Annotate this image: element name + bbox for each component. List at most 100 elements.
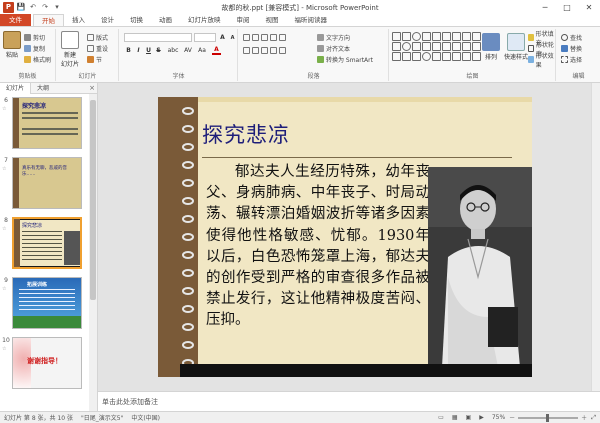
shape-icon[interactable]	[452, 52, 461, 61]
minimize-button[interactable]: ─	[534, 0, 556, 14]
zoom-slider-knob[interactable]	[546, 413, 550, 422]
maximize-button[interactable]: □	[556, 0, 578, 14]
slide-title[interactable]: 探究悲凉	[202, 119, 290, 149]
grow-font-icon[interactable]: A	[218, 33, 227, 42]
quick-styles-button[interactable]: 快速样式	[504, 33, 528, 61]
select-button[interactable]: 选择	[561, 55, 582, 64]
paste-button[interactable]: 粘贴	[3, 31, 21, 59]
tab-file[interactable]: 文件	[0, 14, 31, 26]
slide-thumbnail[interactable]: 拓展训练	[12, 277, 82, 329]
tab-slides-pane[interactable]: 幻灯片	[0, 82, 32, 94]
shape-icon[interactable]	[442, 32, 451, 41]
zoom-level[interactable]: 75%	[488, 414, 509, 421]
shape-icon[interactable]	[442, 52, 451, 61]
font-size-combo[interactable]	[194, 33, 216, 42]
shape-effects-button[interactable]: 形状效果	[528, 53, 555, 69]
slide-thumbnail[interactable]: 谢谢指导！	[12, 337, 82, 389]
shrink-font-icon[interactable]: A	[228, 33, 237, 42]
tab-design[interactable]: 设计	[93, 14, 122, 26]
tab-slideshow[interactable]: 幻灯片放映	[180, 14, 229, 26]
close-button[interactable]: ✕	[578, 0, 600, 14]
tab-home[interactable]: 开始	[33, 14, 64, 26]
shape-icon[interactable]	[432, 32, 441, 41]
shape-icon[interactable]	[452, 42, 461, 51]
shape-icon[interactable]	[392, 52, 401, 61]
align-center-icon[interactable]	[252, 47, 259, 54]
fit-to-window-icon[interactable]: ⤢	[587, 414, 600, 422]
line-spacing-icon[interactable]	[279, 34, 286, 41]
shape-icon[interactable]	[402, 42, 411, 51]
increase-indent-icon[interactable]	[270, 34, 277, 41]
thumbnail-row[interactable]: 9 ☆ 拓展训练	[0, 277, 98, 331]
shape-icon[interactable]	[392, 42, 401, 51]
shape-icon[interactable]	[472, 32, 481, 41]
slide-thumbnail[interactable]: 真乐有无聊，悲戚的音乐……	[12, 157, 82, 209]
smartart-button[interactable]: 转换为 SmartArt	[317, 55, 373, 64]
current-slide[interactable]: 探究悲凉 郁达夫人生经历特殊，幼年丧父、身病肺病、中年丧子、时局动荡、辗转漂泊婚…	[158, 97, 532, 377]
align-text-button[interactable]: 对齐文本	[317, 44, 350, 53]
thumbnail-scrollbar[interactable]	[89, 94, 97, 411]
shape-icon[interactable]	[402, 52, 411, 61]
text-direction-button[interactable]: 文字方向	[317, 33, 350, 42]
zoom-slider[interactable]	[518, 413, 579, 422]
normal-view-icon[interactable]: ▭	[434, 414, 448, 421]
slide-body-text[interactable]: 郁达夫人生经历特殊，幼年丧父、身病肺病、中年丧子、时局动荡、辗转漂泊婚姻波折等诸…	[206, 162, 430, 332]
undo-icon[interactable]: ↶	[28, 2, 38, 12]
justify-icon[interactable]	[270, 47, 277, 54]
font-color-button[interactable]: A	[212, 46, 221, 55]
author-portrait-photo[interactable]	[428, 167, 532, 367]
font-name-combo[interactable]	[124, 33, 192, 42]
bullets-icon[interactable]	[243, 34, 250, 41]
replace-button[interactable]: 替换	[561, 44, 582, 53]
numbering-icon[interactable]	[252, 34, 259, 41]
italic-button[interactable]: I	[134, 46, 143, 55]
canvas-vertical-scrollbar[interactable]	[591, 83, 600, 391]
shape-icon[interactable]	[422, 52, 431, 61]
align-left-icon[interactable]	[243, 47, 250, 54]
thumbnail-row[interactable]: 8 ☆ 探究悲凉	[0, 217, 98, 271]
shape-icon[interactable]	[422, 42, 431, 51]
shape-icon[interactable]	[412, 52, 421, 61]
new-slide-button[interactable]: 新建 幻灯片	[61, 31, 79, 68]
change-case-button[interactable]: Aa	[196, 46, 208, 55]
tab-insert[interactable]: 插入	[64, 14, 93, 26]
columns-icon[interactable]	[279, 47, 286, 54]
shape-icon[interactable]	[462, 42, 471, 51]
thumbnail-row[interactable]: 6 ☆ 探究悲凉	[0, 97, 98, 151]
shape-icon[interactable]	[432, 52, 441, 61]
shape-icon[interactable]	[472, 52, 481, 61]
shape-icon[interactable]	[462, 32, 471, 41]
reading-view-icon[interactable]: ▣	[462, 414, 476, 421]
shape-icon[interactable]	[462, 52, 471, 61]
find-button[interactable]: 查找	[561, 33, 582, 42]
shape-icon[interactable]	[472, 42, 481, 51]
close-pane-icon[interactable]: ×	[87, 84, 97, 92]
shape-icon[interactable]	[412, 42, 421, 51]
layout-button[interactable]: 版式	[87, 33, 108, 42]
slide-thumbnail-selected[interactable]: 探究悲凉	[12, 217, 82, 269]
zoom-out-button[interactable]: －	[509, 413, 515, 422]
tab-outline-pane[interactable]: 大纲	[31, 83, 55, 94]
save-icon[interactable]: 💾	[16, 2, 26, 12]
language-indicator[interactable]: 中文(中国)	[127, 413, 164, 422]
shape-icon[interactable]	[442, 42, 451, 51]
arrange-button[interactable]: 排列	[482, 33, 500, 61]
scrollbar-thumb[interactable]	[90, 100, 96, 300]
decrease-indent-icon[interactable]	[261, 34, 268, 41]
tab-transitions[interactable]: 切换	[122, 14, 151, 26]
copy-button[interactable]: 复制	[24, 44, 45, 53]
slideshow-view-icon[interactable]: ▶	[475, 414, 488, 421]
thumbnail-row[interactable]: 10 ☆ 谢谢指导！	[0, 337, 98, 391]
reset-button[interactable]: 重设	[87, 44, 108, 53]
notes-pane[interactable]: 单击此处添加备注	[98, 391, 600, 411]
thumbnail-row[interactable]: 7 ☆ 真乐有无聊，悲戚的音乐……	[0, 157, 98, 211]
customize-qat-icon[interactable]: ▾	[52, 2, 62, 12]
tab-animations[interactable]: 动画	[151, 14, 180, 26]
tab-review[interactable]: 审阅	[229, 14, 258, 26]
shape-icon[interactable]	[422, 32, 431, 41]
spacing-button[interactable]: AV	[182, 46, 194, 55]
shape-icon[interactable]	[402, 32, 411, 41]
cut-button[interactable]: 剪切	[24, 33, 45, 42]
bold-button[interactable]: B	[124, 46, 133, 55]
align-right-icon[interactable]	[261, 47, 268, 54]
